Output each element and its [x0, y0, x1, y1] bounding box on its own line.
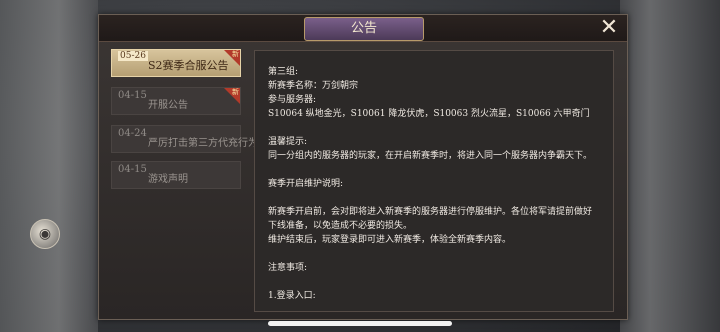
content-line: 赛季开启维护说明: — [268, 179, 344, 189]
background-right — [620, 0, 720, 332]
dragon-emblem-button[interactable]: ◉ — [30, 219, 60, 249]
new-badge-text: 新 — [232, 88, 239, 96]
background-left — [0, 0, 98, 332]
sidebar-item-s2-merge[interactable]: 05-26 S2赛季合服公告 新 — [111, 49, 241, 77]
close-icon[interactable]: ✕ — [599, 17, 619, 39]
home-indicator[interactable] — [268, 321, 452, 326]
content-line: 参与服务器: — [268, 95, 317, 105]
sidebar-item-game-statement[interactable]: 04-15 游戏声明 — [111, 161, 241, 189]
content-line: 温馨提示: — [268, 137, 308, 147]
dialog-title: 公告 — [304, 17, 424, 41]
content-line: 维护结束后，玩家登录即可进入新赛季，体验全新赛季内容。 — [268, 235, 512, 245]
content-line: 1.登录入口: — [268, 291, 316, 301]
new-badge-text: 新 — [232, 50, 239, 58]
sidebar-item-date: 04-24 — [118, 128, 147, 139]
sidebar-item-anti-recharge[interactable]: 04-24 严厉打击第三方代充行为 — [111, 125, 258, 153]
announcement-text: 第三组: 新赛季名称：万剑朝宗 参与服务器: S10064 纵地金光，S10061 降… — [255, 51, 613, 303]
announcement-content[interactable]: 第三组: 新赛季名称：万剑朝宗 参与服务器: S10064 纵地金光，S10061 降… — [254, 50, 614, 312]
content-line: 第三组: — [268, 67, 299, 77]
sidebar-item-date: 04-15 — [118, 164, 147, 175]
sidebar-item-date: 05-26 — [118, 51, 148, 61]
sidebar-item-label: 开服公告 — [148, 100, 188, 111]
dragon-icon: ◉ — [38, 226, 52, 242]
content-line: 下线准备，以免造成不必要的损失。 — [268, 221, 413, 231]
content-line: 同一分组内的服务器的玩家，在开启新赛季时，将进入同一个服务器内争霸天下。 — [268, 151, 593, 161]
sidebar-item-date: 04-15 — [118, 90, 147, 101]
title-bar: 公告 ✕ — [99, 15, 627, 42]
sidebar-item-label: 严厉打击第三方代充行为 — [148, 138, 258, 149]
content-line: 注意事项: — [268, 263, 308, 273]
content-line: 新赛季名称：万剑朝宗 — [268, 81, 359, 91]
announcement-dialog: 公告 ✕ 05-26 S2赛季合服公告 新 04-15 开服公告 新 04-24… — [98, 14, 628, 320]
content-line: S10064 纵地金光，S10061 降龙伏虎，S10063 烈火流星，S100… — [268, 109, 590, 119]
content-line: 新赛季开启前，会对即将进入新赛季的服务器进行停服维护。各位将军请提前做好 — [268, 207, 593, 217]
sidebar-item-server-open[interactable]: 04-15 开服公告 新 — [111, 87, 241, 115]
sidebar-item-label: 游戏声明 — [148, 174, 188, 185]
sidebar-item-label: S2赛季合服公告 — [148, 59, 229, 72]
